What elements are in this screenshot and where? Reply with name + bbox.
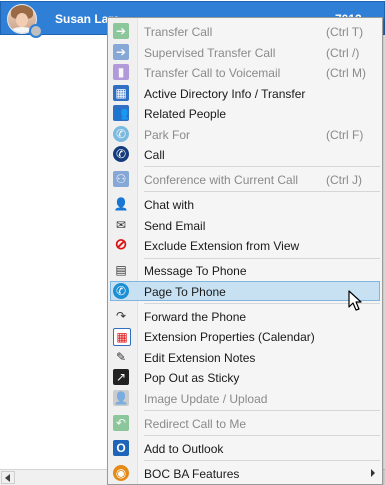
menu-item-label: Transfer Call to Voicemail: [144, 66, 281, 80]
phone-icon: ✆: [113, 146, 129, 162]
chat-icon: 👤: [113, 197, 129, 212]
menu-item-shortcut: (Ctrl F): [326, 127, 364, 142]
menu-item-chat-with[interactable]: 👤 Chat with: [110, 194, 380, 214]
menu-item-label: Redirect Call to Me: [144, 417, 247, 431]
menu-item-label: Chat with: [144, 198, 195, 213]
menu-separator: [144, 460, 380, 462]
menu-item-send-email[interactable]: ✉ Send Email: [110, 215, 380, 235]
menu-item-park-for[interactable]: ✆ Park For (Ctrl F): [110, 124, 380, 144]
menu-item-pop-out-as-sticky[interactable]: ↗ Pop Out as Sticky: [110, 367, 380, 387]
presence-status-icon: [29, 24, 43, 38]
transfer-icon: ➔: [113, 23, 129, 39]
menu-item-shortcut: (Ctrl /): [326, 45, 360, 60]
menu-item-image-update-upload[interactable]: 👤 Image Update / Upload: [110, 388, 380, 408]
menu-item-shortcut: (Ctrl M): [326, 66, 366, 80]
menu-item-message-to-phone[interactable]: ▤ Message To Phone: [110, 260, 380, 280]
menu-item-page-to-phone[interactable]: ✆ Page To Phone: [110, 280, 380, 301]
menu-item-conference-with-current-call[interactable]: ⚇ Conference with Current Call (Ctrl J): [110, 169, 380, 189]
voicemail-icon: ▮: [113, 64, 129, 80]
menu-item-edit-extension-notes[interactable]: ✎ Edit Extension Notes: [110, 347, 380, 367]
menu-item-forward-the-phone[interactable]: ↷ Forward the Phone: [110, 306, 380, 326]
menu-item-label: Message To Phone: [144, 264, 247, 279]
menu-item-label: Transfer Call: [144, 25, 213, 39]
menu-item-label: Image Update / Upload: [144, 391, 268, 406]
menu-item-active-directory-info-transfer[interactable]: ▦ Active Directory Info / Transfer: [110, 83, 380, 103]
menu-item-label: Active Directory Info / Transfer: [144, 86, 306, 101]
menu-item-exclude-extension-from-view[interactable]: ⊘ Exclude Extension from View: [110, 235, 380, 255]
menu-separator: [144, 410, 380, 412]
menu-item-label: Send Email: [144, 218, 206, 233]
park-icon: ✆: [113, 125, 129, 142]
menu-separator: [144, 257, 380, 259]
exclude-icon: ⊘: [114, 236, 128, 254]
message-phone-icon: ▤: [115, 263, 127, 278]
menu-item-related-people[interactable]: 👥 Related People: [110, 103, 380, 123]
people-icon: 👥: [113, 105, 129, 121]
page-phone-icon: ✆: [113, 282, 129, 299]
popout-icon: ↗: [113, 369, 129, 386]
directory-icon: ▦: [113, 84, 129, 101]
features-icon: ◉: [113, 465, 129, 482]
menu-item-extension-properties-calendar[interactable]: ▦ Extension Properties (Calendar): [110, 326, 380, 347]
image-user-icon: 👤: [113, 389, 129, 406]
redirect-icon: ↶: [113, 415, 129, 431]
menu-item-label: Forward the Phone: [144, 309, 247, 324]
menu-item-add-to-outlook[interactable]: O Add to Outlook: [110, 438, 380, 458]
menu-item-supervised-transfer-call[interactable]: ➔ Supervised Transfer Call (Ctrl /): [110, 42, 380, 62]
menu-item-shortcut: (Ctrl T): [326, 25, 364, 39]
menu-item-label: Call: [144, 148, 165, 162]
menu-separator: [144, 191, 380, 193]
menu-item-label: Conference with Current Call: [144, 173, 299, 188]
email-icon: ✉: [115, 217, 127, 232]
menu-item-label: BOC BA Features: [144, 467, 240, 482]
supervised-transfer-icon: ➔: [113, 43, 129, 60]
menu-item-label: Add to Outlook: [144, 442, 224, 457]
forward-icon: ↷: [115, 308, 127, 323]
menu-item-label: Exclude Extension from View: [144, 239, 300, 254]
menu-item-label: Extension Properties (Calendar): [144, 330, 315, 345]
menu-item-boc-ba-features[interactable]: ◉ BOC BA Features: [110, 463, 380, 483]
menu-item-label: Edit Extension Notes: [144, 350, 256, 365]
menu-separator: [144, 166, 380, 168]
pencil-icon: ✎: [115, 349, 127, 364]
submenu-arrow-icon: [371, 469, 375, 478]
calendar-icon: ▦: [113, 328, 131, 347]
conference-icon: ⚇: [113, 171, 129, 188]
menu-item-call[interactable]: ✆ Call: [110, 144, 380, 164]
menu-item-label: Related People: [144, 107, 227, 121]
mouse-cursor-icon: [348, 290, 362, 311]
scroll-left-arrow-icon[interactable]: [1, 471, 15, 484]
menu-item-redirect-call-to-me[interactable]: ↶ Redirect Call to Me: [110, 413, 380, 433]
menu-item-transfer-call[interactable]: ➔ Transfer Call (Ctrl T): [110, 21, 380, 41]
menu-item-shortcut: (Ctrl J): [326, 173, 362, 188]
menu-item-transfer-call-to-voicemail[interactable]: ▮ Transfer Call to Voicemail (Ctrl M): [110, 62, 380, 82]
menu-item-label: Supervised Transfer Call: [144, 45, 276, 60]
outlook-icon: O: [113, 440, 129, 457]
menu-item-label: Park For: [144, 127, 191, 142]
menu-separator: [144, 435, 380, 437]
context-menu: ➔ Transfer Call (Ctrl T) ➔ Supervised Transf…: [107, 17, 383, 485]
menu-separator: [144, 303, 380, 305]
menu-item-label: Pop Out as Sticky: [144, 371, 240, 386]
menu-item-label: Page To Phone: [144, 284, 226, 299]
